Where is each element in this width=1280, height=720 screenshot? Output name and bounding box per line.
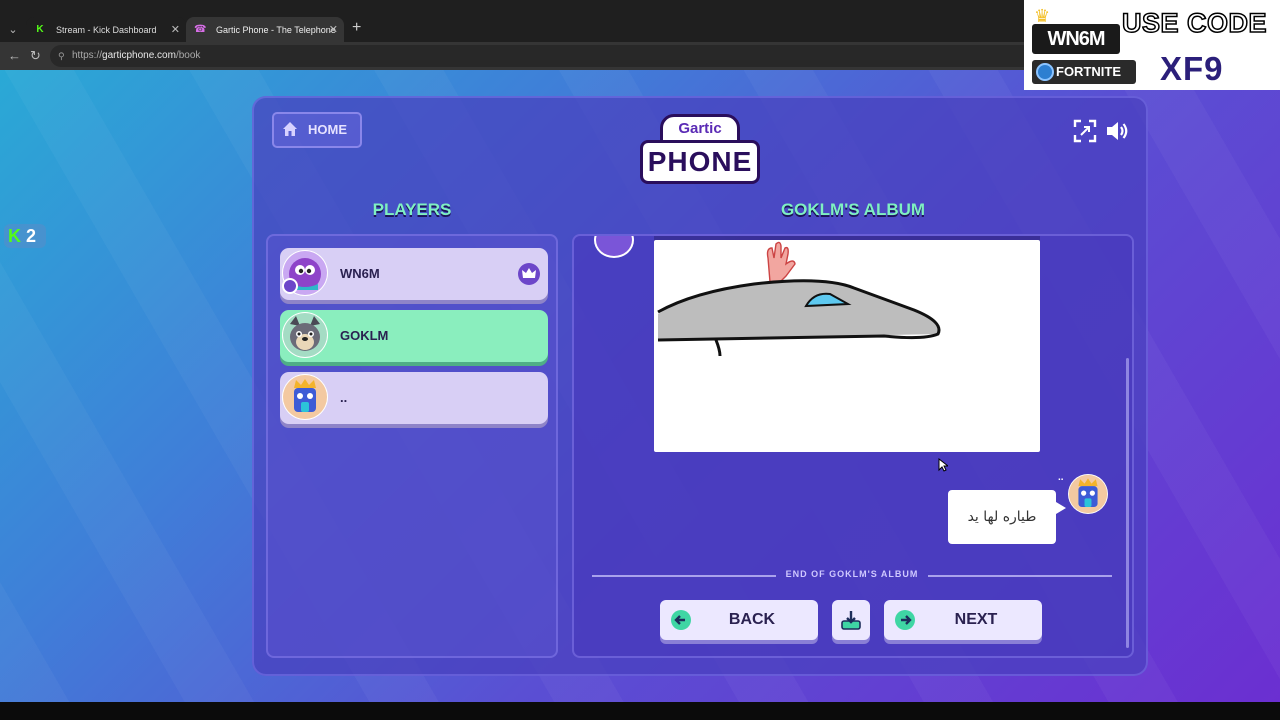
artist-avatar xyxy=(594,236,634,258)
download-icon xyxy=(841,611,861,630)
tab-gartic-phone[interactable]: ☎ Gartic Phone - The Telephone Gam ✕ xyxy=(186,17,344,61)
players-title: PLAYERS xyxy=(372,200,452,219)
games-badge: FORTNITE xyxy=(1032,60,1136,84)
viewer-count: 2 xyxy=(26,226,37,246)
game-page: K 2 HOME Gartic PHONE PLAYERS GOKLM'S AL… xyxy=(0,70,1280,702)
players-list: WN6M GOKLM .. xyxy=(266,234,558,658)
back-label: BACK xyxy=(728,611,776,628)
new-tab-button[interactable]: + xyxy=(352,19,361,37)
player-card-goklm[interactable]: GOKLM xyxy=(280,310,548,362)
player-name: GOKLM xyxy=(340,328,389,343)
guess-author-dots: .. xyxy=(1058,472,1064,483)
stream-code-overlay: ♛ WN6M USE CODE FORTNITE XF9 xyxy=(1024,0,1280,90)
rocket-league-icon xyxy=(1036,63,1054,81)
games-label: FORTNITE xyxy=(1056,64,1121,79)
bottom-bar xyxy=(0,702,1280,720)
next-button[interactable]: NEXT xyxy=(884,600,1042,640)
album-viewer[interactable]: .. طياره لها يد END OF GOKLM'S ALBUM BAC… xyxy=(572,234,1134,658)
arrow-right-icon xyxy=(895,610,915,630)
use-code-label: USE CODE xyxy=(1121,7,1268,39)
back-button[interactable]: BACK xyxy=(660,600,818,640)
end-of-album-label: END OF GOKLM'S ALBUM xyxy=(785,569,919,579)
kick-icon: K xyxy=(36,24,44,35)
url-scheme: https:// xyxy=(72,50,103,61)
game-panel: HOME Gartic PHONE PLAYERS GOKLM'S ALBUM xyxy=(252,96,1148,676)
creator-code: XF9 xyxy=(1160,50,1224,87)
viewer-count-badge: K 2 xyxy=(4,224,46,248)
home-icon xyxy=(283,122,297,136)
home-button[interactable]: HOME xyxy=(272,112,362,148)
close-tab-icon[interactable]: ✕ xyxy=(329,17,338,43)
king-avatar xyxy=(1068,474,1108,514)
dog-avatar xyxy=(282,312,328,358)
mouse-cursor-icon xyxy=(938,458,948,472)
arrow-left-icon xyxy=(671,610,691,630)
reload-icon[interactable]: ↻ xyxy=(30,47,41,65)
gartic-phone-logo: Gartic PHONE xyxy=(640,114,760,188)
host-crown-icon xyxy=(518,263,540,285)
kick-icon: K xyxy=(8,226,21,246)
logo-bottom-text: PHONE xyxy=(640,140,760,184)
album-scrollbar[interactable] xyxy=(1126,358,1129,648)
drawing-canvas xyxy=(657,241,941,357)
player-name: .. xyxy=(340,390,348,405)
player-card-dots[interactable]: .. xyxy=(280,372,548,424)
home-label: HOME xyxy=(308,122,347,137)
player-name: WN6M xyxy=(340,266,380,281)
tab-kick-dashboard[interactable]: K Stream - Kick Dashboard ✕ xyxy=(26,17,186,43)
album-drawing xyxy=(654,240,1040,452)
guess-bubble: طياره لها يد xyxy=(948,490,1066,544)
url-host: garticphone.com xyxy=(102,50,176,61)
download-button[interactable] xyxy=(832,600,870,640)
streamer-logo: WN6M xyxy=(1032,24,1120,54)
site-info-icon[interactable]: ⚲ xyxy=(58,45,65,67)
url-path: /book xyxy=(175,50,201,61)
album-title: GOKLM'S ALBUM xyxy=(780,200,926,219)
next-label: NEXT xyxy=(954,611,998,628)
user-icon xyxy=(282,278,298,294)
close-tab-icon[interactable]: ✕ xyxy=(171,17,180,43)
address-bar[interactable]: ⚲ https://garticphone.com/book xyxy=(50,45,1050,67)
king-avatar xyxy=(282,374,328,420)
player-card-wn6m[interactable]: WN6M xyxy=(280,248,548,300)
tab-search-icon[interactable]: ⌄ xyxy=(4,21,22,39)
back-arrow-icon[interactable]: ← xyxy=(8,47,21,65)
tab-title: Stream - Kick Dashboard xyxy=(56,25,157,35)
gartic-phone-icon: ☎ xyxy=(194,24,207,35)
volume-icon[interactable] xyxy=(1104,118,1130,144)
fullscreen-icon[interactable] xyxy=(1072,118,1098,144)
